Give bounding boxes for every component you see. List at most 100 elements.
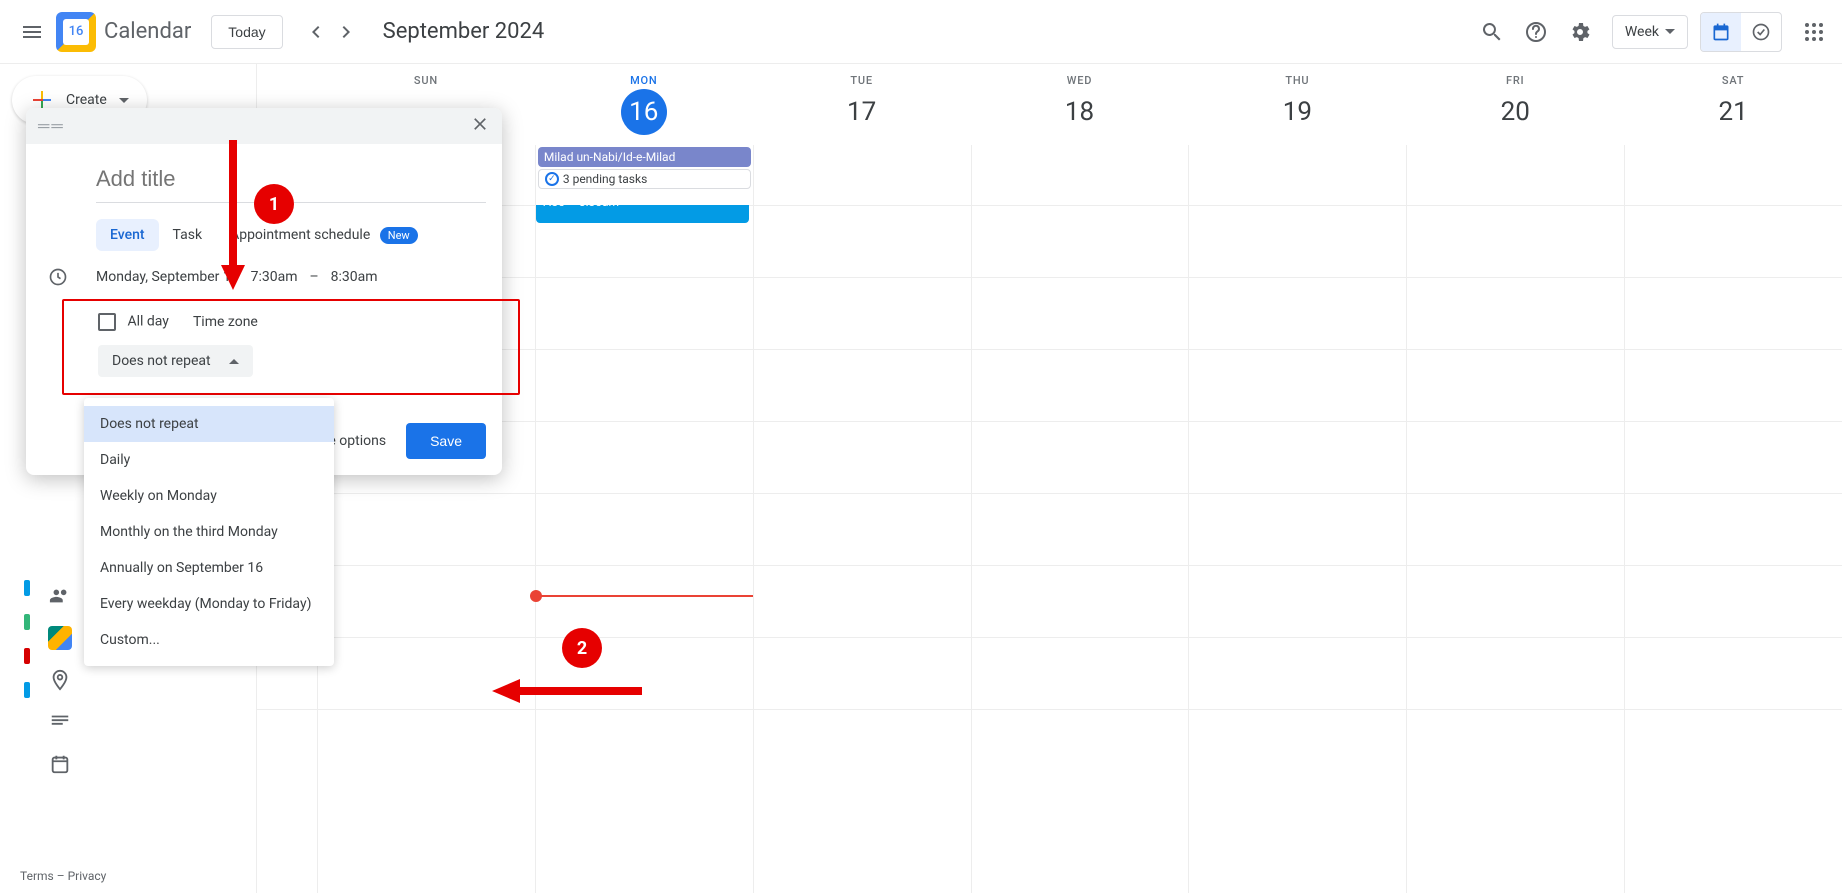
day-column-mon[interactable]: 7:30 – 8:30am (535, 205, 753, 893)
dialog-side-icons (48, 584, 72, 776)
dialog-handle[interactable]: ══ (26, 108, 502, 144)
chevron-right-icon (335, 20, 359, 44)
tab-task[interactable]: Task (159, 219, 217, 251)
location-icon (48, 668, 72, 692)
help-icon (1524, 20, 1548, 44)
allday-timezone-row: All day Time zone (98, 313, 484, 331)
meet-icon (48, 626, 72, 650)
view-selector[interactable]: Week (1612, 15, 1688, 49)
close-icon (470, 114, 490, 134)
search-button[interactable] (1472, 12, 1512, 52)
repeat-options-menu: Does not repeat Daily Weekly on Monday M… (84, 398, 334, 666)
tasks-view-button[interactable] (1741, 13, 1781, 51)
all-day-checkbox[interactable] (98, 313, 116, 331)
allday-cell[interactable] (753, 145, 971, 205)
allday-cell[interactable] (1406, 145, 1624, 205)
current-time-indicator (536, 595, 753, 597)
allday-cell[interactable] (1188, 145, 1406, 205)
repeat-option-annually[interactable]: Annually on September 16 (84, 550, 334, 586)
app-title: Calendar (104, 19, 191, 44)
dropdown-arrow-icon (1665, 29, 1675, 34)
calendar-logo-icon (56, 12, 96, 52)
day-header-thu[interactable]: THU 19 (1188, 64, 1406, 145)
description-icon (48, 710, 72, 734)
day-column-tue[interactable] (753, 205, 971, 893)
end-time[interactable]: 8:30am (331, 269, 378, 285)
annotation-marker-1: 1 (254, 184, 294, 224)
day-header-mon[interactable]: MON 16 (535, 64, 753, 145)
arrow-up-icon (229, 359, 239, 364)
annotation-arrow-left-icon (492, 676, 642, 706)
annotation-arrow-down-icon (218, 140, 248, 290)
allday-cell-mon[interactable]: Milad un-Nabi/Id-e-Milad 3 pending tasks (535, 145, 753, 205)
calendar-color-bar (24, 580, 30, 596)
app-logo[interactable]: Calendar (56, 12, 191, 52)
repeat-option-none[interactable]: Does not repeat (84, 406, 334, 442)
help-button[interactable] (1516, 12, 1556, 52)
calendar-color-bar (24, 648, 30, 664)
event-type-tabs: Event Task Appointment schedule New (96, 219, 486, 251)
day-columns: 7:30 – 8:30am (317, 205, 1842, 893)
save-button[interactable]: Save (406, 423, 486, 459)
close-button[interactable] (470, 114, 490, 139)
calendar-view-button[interactable] (1701, 13, 1741, 51)
annotation-marker-2: 2 (562, 628, 602, 668)
guests-icon (48, 584, 72, 608)
day-header-sat[interactable]: SAT 21 (1624, 64, 1842, 145)
calendar-color-bar (24, 682, 30, 698)
main-menu-button[interactable] (8, 8, 56, 56)
datetime-row: Monday, September 16 7:30am – 8:30am (96, 269, 486, 285)
google-apps-button[interactable] (1794, 12, 1834, 52)
calendar-color-bar (24, 614, 30, 630)
repeat-option-daily[interactable]: Daily (84, 442, 334, 478)
search-icon (1480, 20, 1504, 44)
repeat-dropdown[interactable]: Does not repeat (98, 345, 253, 377)
day-header-fri[interactable]: FRI 20 (1406, 64, 1624, 145)
all-day-checkbox-label[interactable]: All day (98, 313, 169, 331)
chevron-left-icon (303, 20, 327, 44)
task-check-icon (545, 172, 559, 186)
day-column-thu[interactable] (1188, 205, 1406, 893)
today-button[interactable]: Today (211, 15, 282, 49)
day-header-tue[interactable]: TUE 17 (753, 64, 971, 145)
pending-tasks-chip[interactable]: 3 pending tasks (538, 169, 751, 189)
settings-button[interactable] (1560, 12, 1600, 52)
calendar-color-indicators (24, 580, 30, 698)
tab-appointment[interactable]: Appointment schedule New (216, 219, 432, 251)
dropdown-arrow-icon (119, 98, 129, 103)
annotation-highlight-box: All day Time zone Does not repeat (62, 299, 520, 395)
calendar-select-icon (48, 752, 72, 776)
footer-links: Terms – Privacy (20, 869, 106, 883)
allday-cell[interactable] (971, 145, 1189, 205)
event-chip[interactable]: 7:30 – 8:30am (536, 205, 749, 223)
current-period-title: September 2024 (383, 19, 545, 44)
dialog-body: Event Task Appointment schedule New Mond… (26, 144, 502, 411)
repeat-option-monthly[interactable]: Monthly on the third Monday (84, 514, 334, 550)
app-header: Calendar Today September 2024 Week (0, 0, 1842, 64)
privacy-link[interactable]: Privacy (68, 869, 107, 883)
view-mode-toggle (1700, 12, 1782, 52)
day-column-wed[interactable] (971, 205, 1189, 893)
header-actions: Week (1472, 12, 1834, 52)
timezone-button[interactable]: Time zone (193, 314, 258, 330)
check-circle-icon (1751, 22, 1771, 42)
apps-grid-icon (1804, 22, 1824, 42)
next-week-button[interactable] (331, 16, 363, 48)
day-column-sat[interactable] (1624, 205, 1842, 893)
tab-event[interactable]: Event (96, 219, 159, 251)
calendar-icon (1711, 22, 1731, 42)
create-label: Create (66, 92, 107, 108)
view-label: Week (1625, 24, 1659, 40)
allday-cell[interactable] (1624, 145, 1842, 205)
holiday-event-chip[interactable]: Milad un-Nabi/Id-e-Milad (538, 147, 751, 167)
clock-icon (48, 267, 68, 287)
day-column-fri[interactable] (1406, 205, 1624, 893)
repeat-option-weekly[interactable]: Weekly on Monday (84, 478, 334, 514)
repeat-option-custom[interactable]: Custom... (84, 622, 334, 658)
repeat-option-weekdays[interactable]: Every weekday (Monday to Friday) (84, 586, 334, 622)
start-time[interactable]: 7:30am (251, 269, 298, 285)
prev-week-button[interactable] (299, 16, 331, 48)
date-nav (299, 16, 363, 48)
terms-link[interactable]: Terms (20, 869, 54, 883)
day-header-wed[interactable]: WED 18 (971, 64, 1189, 145)
